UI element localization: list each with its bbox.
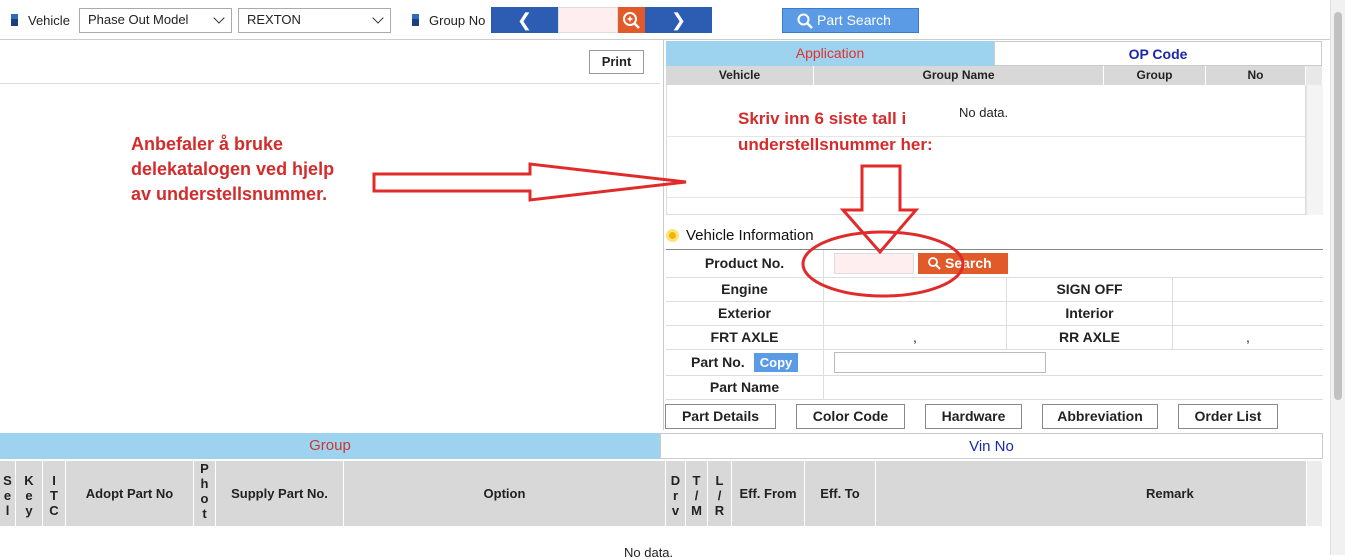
right-arrow-annotation [372,162,687,202]
scrollbar-thumb[interactable] [1334,12,1342,400]
annotation-overlay [372,162,965,298]
down-arrow-annotation [839,164,920,255]
highlight-circle-annotation [801,230,965,298]
